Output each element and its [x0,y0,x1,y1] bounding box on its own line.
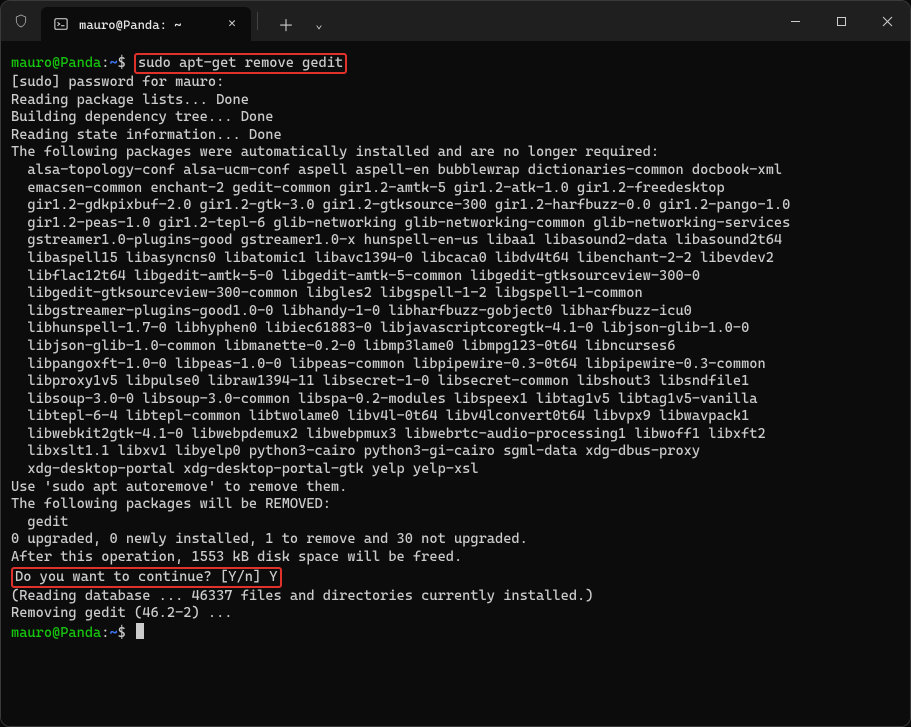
terminal-line: libjson-glib-1.0-common libmanette-0.2-0… [11,338,675,354]
command-highlight: sudo apt-get remove gedit [134,53,347,74]
terminal-line: libxslt1.1 libxv1 libyelp0 python3-cairo… [11,443,700,459]
terminal-window: mauro@Panda: ~ ✕ ＋ ⌄ mauro@Panda:~$ sudo… [0,0,911,727]
terminal-line: libhunspell-1.7-0 libhyphen0 libiec61883… [11,320,749,336]
tab-active[interactable]: mauro@Panda: ~ ✕ [41,7,251,41]
terminal-line: alsa-topology-conf alsa-ucm-conf aspell … [11,162,782,178]
terminal-line: The following packages will be REMOVED: [11,496,331,512]
window-controls [772,1,910,41]
tab-separator [257,12,258,30]
terminal-line: libproxy1v5 libpulse0 libraw1394-11 libs… [11,373,749,389]
terminal-line: [sudo] password for mauro: [11,74,224,90]
titlebar[interactable]: mauro@Panda: ~ ✕ ＋ ⌄ [1,1,910,41]
confirm-highlight: Do you want to continue? [Y/n] Y [11,567,282,588]
terminal-line: libsoup-3.0-0 libsoup-3.0-common libspa-… [11,391,757,407]
terminal-line: Use 'sudo apt autoremove' to remove them… [11,479,347,495]
terminal-line: libaspell15 libasyncns0 libatomic1 libav… [11,250,774,266]
terminal-body[interactable]: mauro@Panda:~$ sudo apt-get remove gedit… [1,41,910,726]
shield-icon [1,1,41,41]
minimize-button[interactable] [772,1,818,41]
terminal-line: The following packages were automaticall… [11,144,659,160]
prompt-user-host: mauro@Panda [11,625,101,641]
tab-close-button[interactable]: ✕ [223,15,241,33]
prompt-path: ~ [109,55,117,71]
tab-dropdown-button[interactable]: ⌄ [308,7,330,41]
cursor [136,623,144,639]
new-tab-button[interactable]: ＋ [270,7,302,41]
terminal-line: libgstreamer-plugins-good1.0-0 libhandy-… [11,303,692,319]
tab-title: mauro@Panda: ~ [79,17,213,32]
close-button[interactable] [864,1,910,41]
titlebar-drag-area[interactable] [330,1,772,41]
prompt-path: ~ [109,625,117,641]
terminal-line: gstreamer1.0-plugins-good gstreamer1.0-x… [11,232,782,248]
terminal-icon [53,16,69,32]
terminal-line: (Reading database ... 46337 files and di… [11,588,593,604]
terminal-line: gir1.2-gdkpixbuf-2.0 gir1.2-gtk-3.0 gir1… [11,197,790,213]
terminal-line: libpangoxft-1.0-0 libpeas-1.0-0 libpeas-… [11,356,766,372]
terminal-line: gedit [11,514,68,530]
terminal-line: libwebkit2gtk-4.1-0 libwebpdemux2 libweb… [11,426,766,442]
prompt-symbol: $ [118,625,134,641]
terminal-line: Building dependency tree... Done [11,109,274,125]
terminal-line: libtepl-6-4 libtepl-common libtwolame0 l… [11,408,749,424]
terminal-line: After this operation, 1553 kB disk space… [11,549,462,565]
terminal-line: Removing gedit (46.2-2) ... [11,605,232,621]
terminal-line: gir1.2-peas-1.0 gir1.2-tepl-6 glib-netwo… [11,215,790,231]
prompt-user-host: mauro@Panda [11,55,101,71]
terminal-line: libflac12t64 libgedit-amtk-5-0 libgedit-… [11,268,700,284]
terminal-line: emacsen-common enchant-2 gedit-common gi… [11,180,725,196]
terminal-line: Reading state information... Done [11,127,282,143]
prompt-symbol: $ [118,55,134,71]
terminal-line: Reading package lists... Done [11,92,249,108]
terminal-line: 0 upgraded, 0 newly installed, 1 to remo… [11,531,528,547]
maximize-button[interactable] [818,1,864,41]
terminal-line: libgedit-gtksourceview-300-common libgle… [11,285,643,301]
terminal-line: xdg-desktop-portal xdg-desktop-portal-gt… [11,461,479,477]
